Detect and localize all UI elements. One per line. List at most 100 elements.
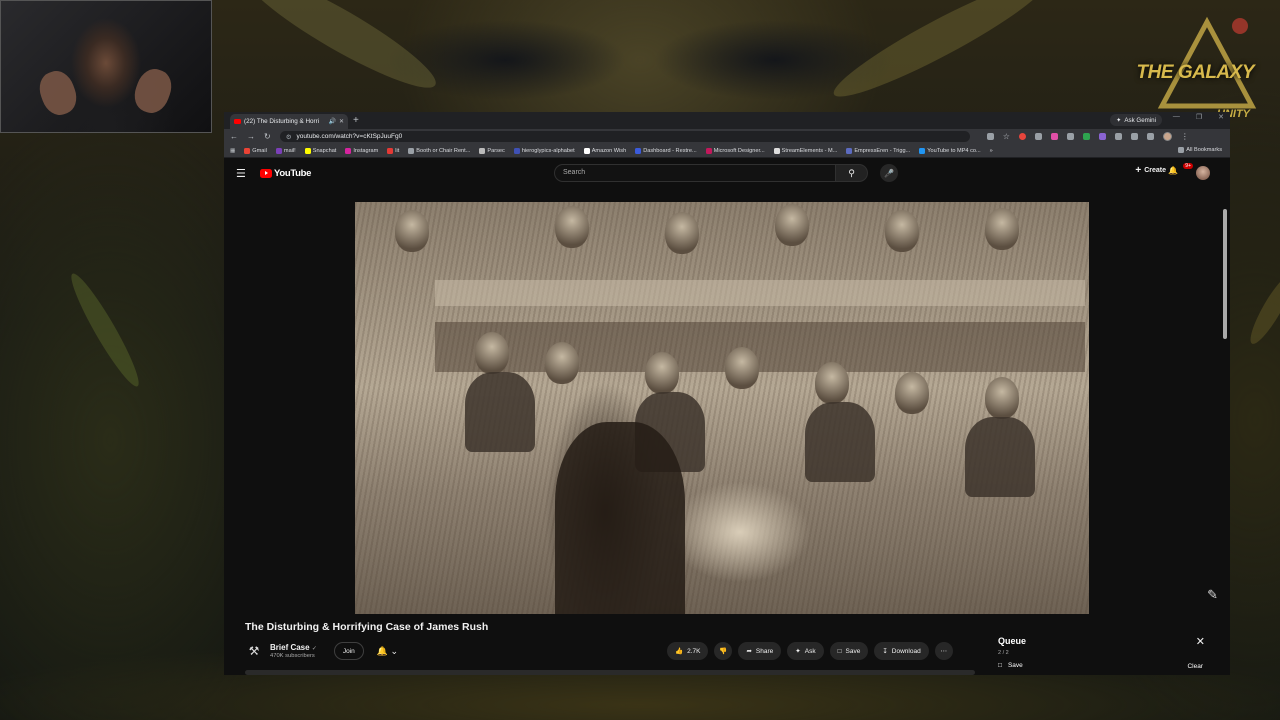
bookmark-lit[interactable]: lit bbox=[387, 147, 399, 154]
sparkle-icon: ✦ bbox=[795, 648, 801, 655]
download-button[interactable]: ↧ Download bbox=[874, 642, 929, 660]
apps-icon[interactable]: ▦ bbox=[230, 148, 235, 154]
background-streak bbox=[1244, 269, 1280, 349]
more-icon: ⋯ bbox=[940, 648, 947, 655]
search-icon: ⚲ bbox=[848, 167, 855, 178]
bench-decor bbox=[435, 322, 1085, 372]
all-bookmarks[interactable]: All Bookmarks bbox=[1178, 147, 1222, 153]
subscription-bell-icon[interactable]: 🔔 ⌄ bbox=[377, 646, 398, 657]
extension-green-icon[interactable] bbox=[1082, 133, 1090, 140]
queue-clear-button[interactable]: Clear bbox=[1187, 663, 1203, 670]
back-icon[interactable]: ← bbox=[230, 132, 238, 141]
url-field[interactable]: ⚙ youtube.com/watch?v=cKtSpJuuFg0 bbox=[279, 131, 970, 142]
url-text: youtube.com/watch?v=cKtSpJuuFg0 bbox=[296, 133, 403, 140]
close-queue-icon[interactable]: ✕ bbox=[1196, 635, 1205, 648]
microphone-icon: 🎤 bbox=[884, 168, 894, 178]
minimize-icon[interactable]: — bbox=[1173, 113, 1180, 121]
browser-profile-avatar[interactable] bbox=[1162, 132, 1172, 141]
share-label: Share bbox=[755, 647, 774, 655]
page-scrollbar[interactable] bbox=[1223, 189, 1228, 669]
bookmark-gmail[interactable]: Gmail bbox=[244, 147, 267, 154]
youtube-favicon-icon bbox=[234, 119, 241, 124]
address-bar-row: ← → ↻ ⚙ youtube.com/watch?v=cKtSpJuuFg0 … bbox=[224, 129, 1230, 144]
webcam-overlay bbox=[0, 0, 212, 133]
extension-s-icon[interactable] bbox=[1066, 133, 1074, 140]
bookmark-empresseren[interactable]: EmpressEren - Trigg... bbox=[846, 147, 910, 154]
bookmark-instagram[interactable]: Instagram bbox=[345, 147, 378, 154]
bookmark-hieroglyphics[interactable]: hieroglypics-alphabet bbox=[513, 147, 575, 154]
video-actions: 👍 2.7K 👎 ➦ Share ✦ Ask □ Save ↧ Download… bbox=[667, 642, 953, 660]
bookmark-star-icon[interactable]: ☆ bbox=[1003, 132, 1010, 141]
ask-label: Ask bbox=[804, 647, 816, 655]
ask-gemini-button[interactable]: ✦ Ask Gemini bbox=[1110, 114, 1162, 126]
description-edge bbox=[245, 670, 975, 675]
notifications-bell-icon[interactable]: 🔔 bbox=[1168, 166, 1178, 175]
reload-icon[interactable]: ↻ bbox=[264, 132, 271, 141]
site-info-icon[interactable]: ⚙ bbox=[286, 133, 292, 141]
create-label: Create bbox=[1144, 167, 1166, 174]
browser-menu-icon[interactable]: ⋮ bbox=[1181, 132, 1189, 141]
channel-info: Brief Case ✓ 470K subscribers bbox=[270, 643, 317, 659]
extension-purple-icon[interactable] bbox=[1098, 133, 1106, 140]
tab-youtube[interactable]: (22) The Disturbing & Horri 🔊 ✕ bbox=[230, 114, 348, 129]
bookmark-amazon[interactable]: Amazon Wish bbox=[583, 147, 626, 154]
bookmark-designer[interactable]: Microsoft Designer... bbox=[705, 147, 765, 154]
notification-badge: 9+ bbox=[1183, 163, 1193, 169]
thumbs-down-icon: 👎 bbox=[719, 648, 728, 655]
toolbar-extensions: ☆ ⋮ bbox=[986, 132, 1189, 141]
more-actions-button[interactable]: ⋯ bbox=[934, 642, 953, 660]
close-window-icon[interactable]: ✕ bbox=[1218, 113, 1224, 121]
extension-red-icon[interactable] bbox=[1018, 133, 1026, 140]
queue-save-label: Save bbox=[1007, 662, 1023, 669]
voice-search-button[interactable]: 🎤 bbox=[880, 164, 898, 182]
install-icon[interactable] bbox=[986, 133, 994, 140]
channel-name[interactable]: Brief Case ✓ bbox=[270, 643, 317, 652]
save-button[interactable]: □ Save bbox=[829, 642, 869, 660]
bookmark-booth[interactable]: Booth or Chair Rent... bbox=[408, 147, 470, 154]
bookmark-icon: □ bbox=[837, 647, 842, 655]
close-tab-icon[interactable]: ✕ bbox=[339, 118, 344, 125]
like-button[interactable]: 👍 2.7K bbox=[667, 642, 709, 660]
extension-pink-icon[interactable] bbox=[1050, 133, 1058, 140]
share-button[interactable]: ➦ Share bbox=[738, 642, 782, 660]
bookmark-parsec[interactable]: Parsec bbox=[479, 147, 505, 154]
new-tab-button[interactable]: + bbox=[353, 115, 359, 126]
bookmark-streamelements[interactable]: StreamElements - M... bbox=[773, 147, 837, 154]
search-input[interactable]: Search bbox=[554, 164, 836, 182]
video-player[interactable]: ✎ bbox=[224, 201, 1230, 615]
search-button[interactable]: ⚲ bbox=[836, 164, 868, 182]
create-button[interactable]: + Create bbox=[1135, 165, 1166, 176]
video-frame-engraving[interactable] bbox=[355, 202, 1089, 614]
dislike-button[interactable]: 👎 bbox=[714, 642, 733, 660]
extension-grey-icon[interactable] bbox=[1034, 133, 1042, 140]
bookmarks-bar: ▦ Gmail mail! Snapchat Instagram lit Boo… bbox=[224, 144, 1230, 158]
galaxy-logo-text: THE GALAXY bbox=[1136, 62, 1255, 83]
queue-save-button[interactable]: □ Save bbox=[998, 662, 1023, 669]
ask-gemini-label: Ask Gemini bbox=[1124, 116, 1156, 124]
extensions-puzzle-icon[interactable] bbox=[1114, 133, 1122, 140]
join-button[interactable]: Join bbox=[333, 642, 364, 660]
tab-strip: (22) The Disturbing & Horri 🔊 ✕ + ✦ Ask … bbox=[224, 112, 1230, 129]
bookmark-mail[interactable]: mail! bbox=[275, 147, 296, 154]
bookmark-restream[interactable]: Dashboard - Restre... bbox=[635, 147, 697, 154]
verified-icon: ✓ bbox=[311, 646, 317, 652]
queue-title: Queue bbox=[998, 636, 1027, 646]
youtube-logo[interactable]: YouTube bbox=[260, 168, 311, 179]
pen-icon[interactable]: ✎ bbox=[1207, 587, 1218, 603]
media-icon[interactable] bbox=[1130, 133, 1138, 140]
bookmark-snapchat[interactable]: Snapchat bbox=[304, 147, 336, 154]
channel-row: ⚒ Brief Case ✓ 470K subscribers Join 🔔 ⌄ bbox=[245, 642, 398, 660]
reading-list-icon[interactable] bbox=[1146, 133, 1154, 140]
restore-icon[interactable]: ❐ bbox=[1196, 113, 1202, 121]
menu-hamburger-icon[interactable]: ☰ bbox=[236, 167, 252, 180]
speaker-icon[interactable]: 🔊 bbox=[328, 118, 335, 125]
ask-button[interactable]: ✦ Ask bbox=[787, 642, 824, 660]
bookmark-youtube-mp4[interactable]: YouTube to MP4 co... bbox=[919, 147, 981, 154]
youtube-account-avatar[interactable] bbox=[1196, 166, 1210, 180]
share-icon: ➦ bbox=[746, 648, 752, 655]
channel-avatar-icon[interactable]: ⚒ bbox=[245, 642, 263, 660]
scrollbar-thumb[interactable] bbox=[1223, 209, 1227, 339]
background-streak bbox=[234, 0, 446, 103]
more-bookmarks-icon[interactable]: » bbox=[990, 148, 993, 154]
forward-icon[interactable]: → bbox=[247, 132, 255, 141]
